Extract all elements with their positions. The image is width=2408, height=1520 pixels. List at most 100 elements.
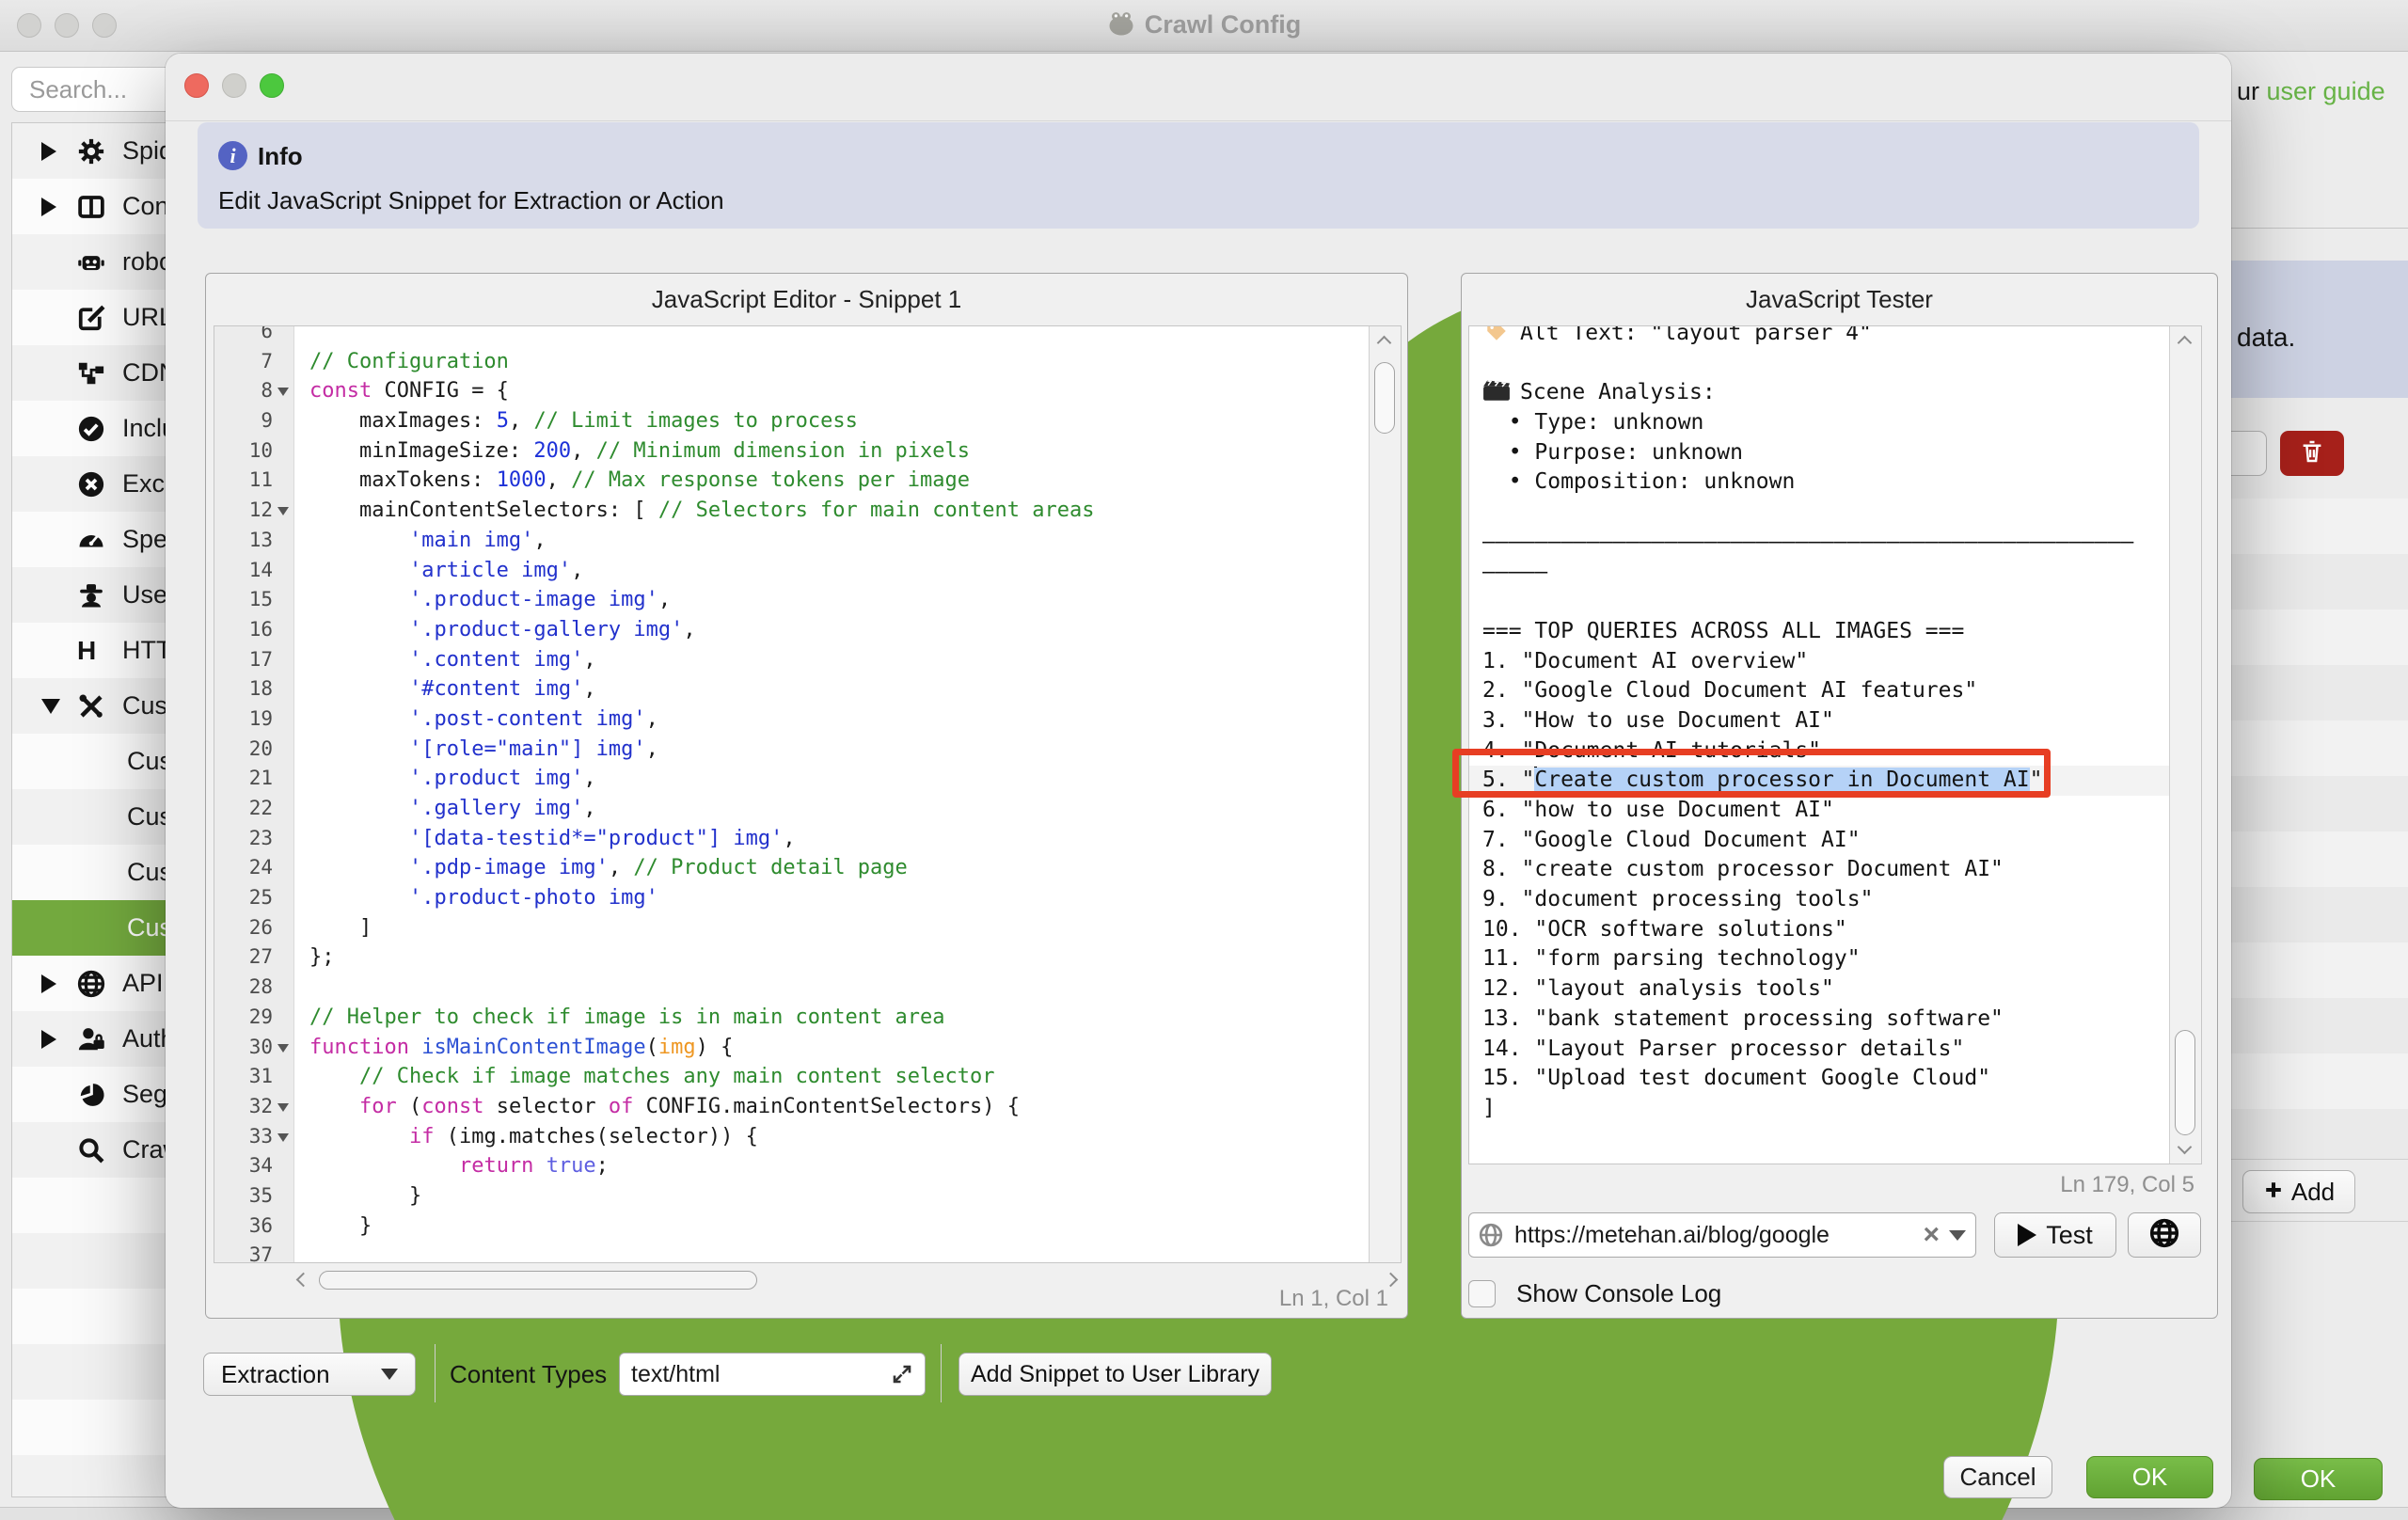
search-icon (77, 1136, 109, 1164)
user-guide-link[interactable]: user guide (2267, 77, 2385, 105)
scroll-up-icon[interactable] (2178, 336, 2193, 351)
plus-icon (2263, 1178, 2284, 1207)
url-value: https://metehan.ai/blog/google (1514, 1222, 1917, 1249)
user-guide-text: ur user guide (2237, 77, 2385, 106)
code-line: 34 return true; (214, 1151, 1369, 1181)
scroll-up-icon[interactable] (1377, 336, 1392, 351)
tester-line: 13. "bank statement processing software" (1469, 1005, 2169, 1035)
sidebar-item-label: Spe (122, 525, 167, 554)
tester-line: 2. "Google Cloud Document AI features" (1469, 676, 2169, 706)
fold-caret-icon[interactable] (277, 1103, 289, 1112)
code-line: 8const CONFIG = { (214, 376, 1369, 406)
delete-button[interactable] (2280, 431, 2344, 476)
cancel-button[interactable]: Cancel (1943, 1456, 2052, 1498)
globe-icon (1479, 1223, 1503, 1247)
user-lock-icon (77, 1025, 109, 1053)
content-types-value: text/html (631, 1361, 891, 1388)
check-circle-icon (77, 415, 109, 443)
code-line: 17 '.content img', (214, 645, 1369, 675)
robot-icon (77, 248, 109, 277)
main-window-titlebar: Crawl Config (0, 0, 2408, 52)
editor-cursor-position: Ln 1, Col 1 (1279, 1286, 1388, 1312)
info-banner-text: Edit JavaScript Snippet for Extraction o… (218, 186, 724, 215)
chevron-right-icon[interactable] (41, 974, 66, 993)
tester-output[interactable]: Alt Text: "layout parser 4"Scene Analysi… (1468, 325, 2202, 1164)
editor-panel-header: JavaScript Editor - Snippet 1 (206, 285, 1407, 314)
tester-line: ————— (1469, 558, 2169, 588)
tester-line: 12. "layout analysis tools" (1469, 974, 2169, 1005)
tester-line: ] (1469, 1094, 2169, 1124)
code-line: 16 '.product-gallery img', (214, 615, 1369, 645)
content-types-input[interactable]: text/html (619, 1353, 926, 1396)
scroll-left-icon[interactable] (293, 1269, 315, 1291)
chevron-right-icon[interactable] (41, 142, 66, 161)
fold-caret-icon[interactable] (277, 1133, 289, 1142)
scroll-down-icon[interactable] (2178, 1140, 2193, 1155)
ok-button-main-window[interactable]: OK (2254, 1458, 2383, 1500)
app-icon-frog (1107, 9, 1135, 38)
tester-line: 7. "Google Cloud Document AI" (1469, 826, 2169, 856)
tester-line: === TOP QUERIES ACROSS ALL IMAGES === (1469, 617, 2169, 647)
chevron-down-icon[interactable] (41, 699, 66, 714)
chevron-right-icon[interactable] (41, 1030, 66, 1049)
code-line: 36 } (214, 1211, 1369, 1242)
expand-icon[interactable] (891, 1363, 913, 1385)
play-icon (2018, 1224, 2036, 1246)
url-input[interactable]: https://metehan.ai/blog/google × (1468, 1212, 1976, 1258)
clear-url-icon[interactable]: × (1923, 1223, 1940, 1247)
fold-caret-icon[interactable] (277, 1044, 289, 1053)
snippet-mode-select[interactable]: Extraction (203, 1353, 416, 1396)
editor-horizontal-scrollbar[interactable] (293, 1269, 1402, 1291)
add-snippet-to-library-button[interactable]: Add Snippet to User Library (958, 1353, 1272, 1396)
tester-line (1469, 498, 2169, 528)
info-icon: i (218, 141, 247, 170)
tester-line: 14. "Layout Parser processor details" (1469, 1035, 2169, 1065)
edit-icon (77, 304, 109, 332)
screen: Crawl Config SpidControboURLCDNIncluExcl… (0, 0, 2408, 1520)
globe-icon (2149, 1218, 2179, 1253)
sidebar-item-label: HTT (122, 636, 171, 665)
custom-javascript-snippet-editor-dialog: Custom JavaScript Snippet Editor i Info … (166, 54, 2231, 1508)
x-circle-icon (77, 470, 109, 499)
show-console-checkbox[interactable] (1468, 1280, 1496, 1307)
chevron-right-icon[interactable] (41, 198, 66, 216)
fold-caret-icon[interactable] (277, 507, 289, 515)
javascript-editor-panel: JavaScript Editor - Snippet 1 67// Confi… (205, 273, 1408, 1319)
code-editor[interactable]: 67// Configuration8const CONFIG = {9 max… (214, 325, 1402, 1263)
panel-fragment-text: data. (2237, 323, 2295, 353)
open-browser-button[interactable] (2128, 1212, 2201, 1258)
show-console-label: Show Console Log (1516, 1279, 1721, 1308)
code-line: 7// Configuration (214, 347, 1369, 377)
url-dropdown-icon[interactable] (1949, 1230, 1966, 1241)
tester-line: 11. "form parsing technology" (1469, 944, 2169, 974)
tester-panel-header: JavaScript Tester (1462, 285, 2217, 314)
divider (941, 1344, 942, 1402)
tester-line: Scene Analysis: (1469, 378, 2169, 408)
tag-icon (1482, 326, 1511, 343)
show-console-row: Show Console Log (1468, 1278, 1721, 1308)
code-line: 15 '.product-image img', (214, 585, 1369, 615)
tester-vertical-scrollbar[interactable] (2169, 326, 2201, 1164)
scrollbar-thumb[interactable] (1374, 362, 1395, 434)
tester-line: 3. "How to use Document AI" (1469, 706, 2169, 736)
modal-titlebar: Custom JavaScript Snippet Editor (166, 54, 2231, 121)
ok-button[interactable]: OK (2086, 1456, 2213, 1498)
code-line: 10 minImageSize: 200, // Minimum dimensi… (214, 436, 1369, 467)
sidebar-item-label: Excl (122, 469, 170, 499)
code-line: 20 '[role="main"] img', (214, 735, 1369, 765)
table-rows-background (2210, 499, 2408, 1159)
fold-caret-icon[interactable] (277, 388, 289, 396)
scrollbar-thumb[interactable] (2175, 1030, 2195, 1135)
tester-line: 1. "Document AI overview" (1469, 647, 2169, 677)
scrollbar-thumb[interactable] (319, 1271, 757, 1290)
divider (2210, 1159, 2408, 1160)
add-button[interactable]: Add (2242, 1170, 2355, 1213)
sitemap-icon (77, 359, 109, 388)
letter-h-icon: H (77, 637, 109, 665)
code-line: 6 (214, 326, 1369, 347)
code-line: 30function isMainContentImage(img) { (214, 1033, 1369, 1063)
javascript-tester-panel: JavaScript Tester Alt Text: "layout pars… (1461, 273, 2218, 1319)
editor-vertical-scrollbar[interactable] (1369, 326, 1401, 1262)
spy-icon (77, 581, 109, 610)
test-button[interactable]: Test (1994, 1212, 2116, 1258)
